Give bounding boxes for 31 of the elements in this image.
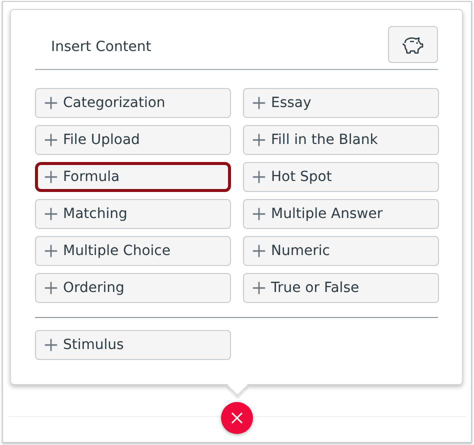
- plus-icon: [44, 207, 58, 221]
- close-icon: [231, 412, 243, 424]
- plus-icon: [44, 170, 58, 184]
- question-type-button[interactable]: Matching: [35, 199, 231, 229]
- plus-icon: [44, 281, 58, 295]
- question-type-button[interactable]: Fill in the Blank: [243, 125, 439, 155]
- question-type-button[interactable]: File Upload: [35, 125, 231, 155]
- plus-icon: [252, 133, 266, 147]
- plus-icon: [44, 96, 58, 110]
- question-type-button[interactable]: Essay: [243, 88, 439, 118]
- question-type-button[interactable]: Stimulus: [35, 330, 231, 360]
- question-type-button[interactable]: Multiple Choice: [35, 236, 231, 266]
- question-type-button[interactable]: Formula: [35, 162, 231, 192]
- close-button[interactable]: [221, 402, 253, 434]
- question-type-button[interactable]: True or False: [243, 273, 439, 303]
- plus-icon: [252, 244, 266, 258]
- plus-icon: [44, 244, 58, 258]
- piggy-bank-button[interactable]: [388, 26, 438, 63]
- question-type-button[interactable]: Categorization: [35, 88, 231, 118]
- piggy-bank-icon: [401, 34, 425, 54]
- plus-icon: [44, 338, 58, 352]
- popover-title: Insert Content: [51, 38, 152, 54]
- plus-icon: [252, 281, 266, 295]
- plus-icon: [44, 133, 58, 147]
- question-type-button[interactable]: Hot Spot: [243, 162, 439, 192]
- question-type-button[interactable]: Ordering: [35, 273, 231, 303]
- plus-icon: [252, 207, 266, 221]
- plus-icon: [252, 170, 266, 184]
- plus-icon: [252, 96, 266, 110]
- question-type-button[interactable]: Multiple Answer: [243, 199, 439, 229]
- question-type-button[interactable]: Numeric: [243, 236, 439, 266]
